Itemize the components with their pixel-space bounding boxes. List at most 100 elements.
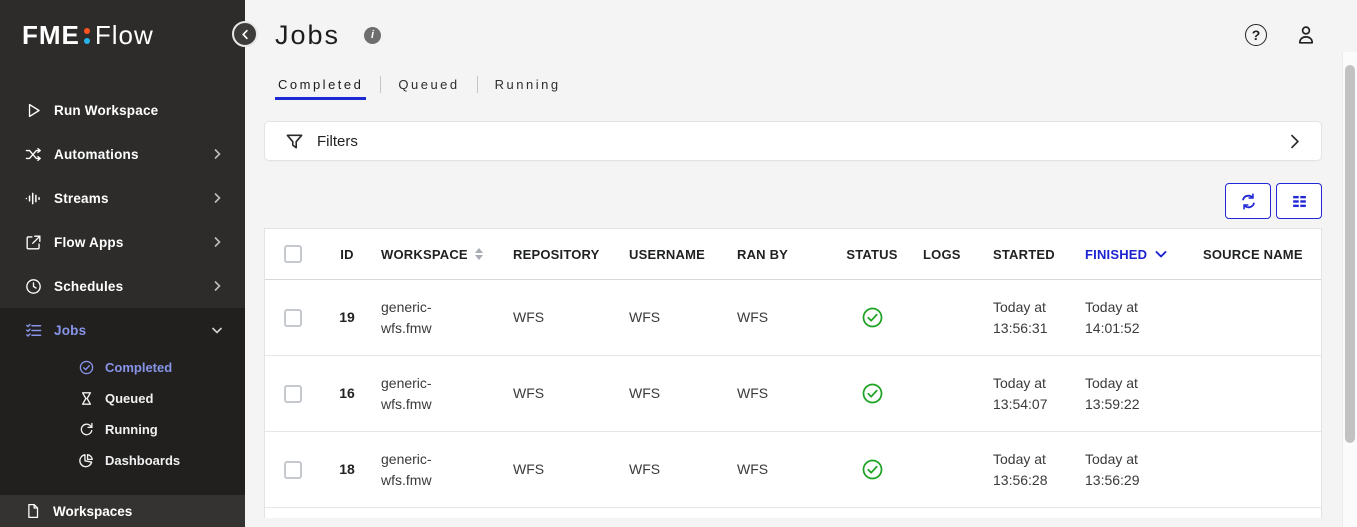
row-checkbox[interactable] xyxy=(284,308,302,327)
info-icon[interactable]: i xyxy=(364,26,382,44)
user-account-icon[interactable] xyxy=(1294,23,1318,47)
sidebar-item-jobs[interactable]: Jobs xyxy=(0,308,245,352)
table-row-partial xyxy=(265,508,1321,518)
success-check-icon xyxy=(862,459,882,480)
select-all-checkbox[interactable] xyxy=(284,245,302,263)
sidebar-item-label: Streams xyxy=(54,190,109,206)
help-icon[interactable]: ? xyxy=(1245,24,1267,46)
cell-status xyxy=(829,306,915,329)
sidebar-item-label: Jobs xyxy=(54,322,87,338)
shuffle-icon xyxy=(25,147,41,161)
sidebar-collapse-button[interactable] xyxy=(232,21,258,47)
chevron-right-icon xyxy=(214,148,221,160)
column-header-finished[interactable]: FINISHED xyxy=(1077,247,1195,262)
sidebar-item-jobs-completed[interactable]: Completed xyxy=(0,352,245,383)
cell-ran-by: WFS xyxy=(737,461,769,477)
sidebar-subitem-label: Dashboards xyxy=(105,453,181,468)
cell-started: Today at 13:54:07 xyxy=(993,374,1048,412)
sidebar-item-jobs-dashboards[interactable]: Dashboards xyxy=(0,445,245,476)
sidebar-item-automations[interactable]: Automations xyxy=(0,132,245,176)
sidebar-nav: Run Workspace Automations Streams Flow A… xyxy=(0,70,245,308)
chevron-left-icon xyxy=(241,29,248,39)
sidebar-item-flow-apps[interactable]: Flow Apps xyxy=(0,220,245,264)
cell-id: 19 xyxy=(339,309,355,325)
tab-running[interactable]: Running xyxy=(492,75,564,98)
sort-icon xyxy=(474,248,483,260)
checklist-icon xyxy=(26,323,42,337)
logo-fme-text: FME xyxy=(22,19,80,50)
row-checkbox[interactable] xyxy=(284,460,302,479)
sort-desc-chevron-icon xyxy=(1155,251,1167,258)
sidebar-item-schedules[interactable]: Schedules xyxy=(0,264,245,308)
cell-username: WFS xyxy=(629,309,661,325)
cell-status xyxy=(829,382,915,405)
chevron-right-icon xyxy=(214,192,221,204)
cell-id: 16 xyxy=(339,385,355,401)
filters-label: Filters xyxy=(317,132,358,150)
scrollbar-thumb[interactable] xyxy=(1345,65,1355,443)
refresh-button[interactable] xyxy=(1225,183,1271,219)
jobs-tabs: Completed Queued Running xyxy=(264,74,1322,100)
cell-status xyxy=(829,458,915,481)
hourglass-icon xyxy=(81,392,92,405)
column-header-workspace[interactable]: WORKSPACE xyxy=(373,247,505,262)
logo-colon-icon xyxy=(83,28,90,44)
column-header-source-name[interactable]: SOURCE NAME xyxy=(1195,247,1321,262)
play-icon xyxy=(28,103,40,117)
cell-started: Today at 13:56:28 xyxy=(993,450,1048,488)
column-header-ran-by[interactable]: RAN BY xyxy=(729,247,829,262)
sidebar-subitem-label: Queued xyxy=(105,391,154,406)
sidebar-item-run-workspace[interactable]: Run Workspace xyxy=(0,88,245,132)
sidebar-item-label: Workspaces xyxy=(53,503,133,519)
cell-username: WFS xyxy=(629,461,661,477)
refresh-icon xyxy=(80,422,93,436)
sidebar-subitem-label: Running xyxy=(105,422,158,437)
chevron-right-icon xyxy=(214,236,221,248)
sidebar-item-label: Schedules xyxy=(54,278,124,294)
chevron-down-icon xyxy=(211,327,223,334)
tab-completed[interactable]: Completed xyxy=(275,75,367,100)
column-header-status[interactable]: STATUS xyxy=(829,247,915,262)
document-icon xyxy=(28,503,39,519)
success-check-icon xyxy=(862,307,882,328)
tab-queued[interactable]: Queued xyxy=(395,75,462,98)
logo-flow-text: Flow xyxy=(94,19,154,50)
column-header-label: FINISHED xyxy=(1085,246,1148,262)
sidebar-item-workspaces[interactable]: Workspaces xyxy=(0,495,245,527)
column-settings-button[interactable] xyxy=(1276,183,1322,219)
jobs-expanded-section: Jobs Completed Queued Running Dashboards xyxy=(0,308,245,495)
pie-chart-icon xyxy=(79,454,93,468)
column-header-id[interactable]: ID xyxy=(321,247,373,262)
table-row[interactable]: 18 generic-wfs.fmw WFS WFS WFS Today at … xyxy=(265,432,1321,508)
column-header-started[interactable]: STARTED xyxy=(985,247,1077,262)
sidebar-item-jobs-running[interactable]: Running xyxy=(0,414,245,445)
cell-repository: WFS xyxy=(513,309,545,325)
refresh-icon xyxy=(1241,192,1255,210)
clock-icon xyxy=(26,278,41,294)
row-checkbox[interactable] xyxy=(284,384,302,403)
column-header-repository[interactable]: REPOSITORY xyxy=(505,247,621,262)
column-header-label: WORKSPACE xyxy=(381,246,468,262)
sidebar-item-label: Automations xyxy=(54,146,139,162)
table-row[interactable]: 19 generic-wfs.fmw WFS WFS WFS Today at … xyxy=(265,280,1321,356)
cell-id: 18 xyxy=(339,461,355,477)
table-actions xyxy=(264,183,1322,219)
vertical-scrollbar[interactable] xyxy=(1342,52,1357,527)
column-header-logs[interactable]: LOGS xyxy=(915,247,985,262)
page-header: Jobs i ? xyxy=(264,16,1322,54)
cell-repository: WFS xyxy=(513,461,545,477)
flow-apps-icon xyxy=(26,234,41,250)
tab-divider xyxy=(380,75,382,93)
cell-finished: Today at 13:59:22 xyxy=(1085,374,1140,412)
table-row[interactable]: 16 generic-wfs.fmw WFS WFS WFS Today at … xyxy=(265,356,1321,432)
cell-workspace: generic-wfs.fmw xyxy=(381,374,432,412)
sidebar-item-jobs-queued[interactable]: Queued xyxy=(0,383,245,414)
chevron-right-icon xyxy=(1291,134,1299,148)
filters-panel-toggle[interactable]: Filters xyxy=(264,121,1322,161)
cell-ran-by: WFS xyxy=(737,309,769,325)
column-header-username[interactable]: USERNAME xyxy=(621,247,729,262)
cell-username: WFS xyxy=(629,385,661,401)
sidebar-item-streams[interactable]: Streams xyxy=(0,176,245,220)
jobs-table: ID WORKSPACE REPOSITORY USERNAME RAN BY … xyxy=(264,228,1322,518)
cell-started: Today at 13:56:31 xyxy=(993,298,1048,336)
